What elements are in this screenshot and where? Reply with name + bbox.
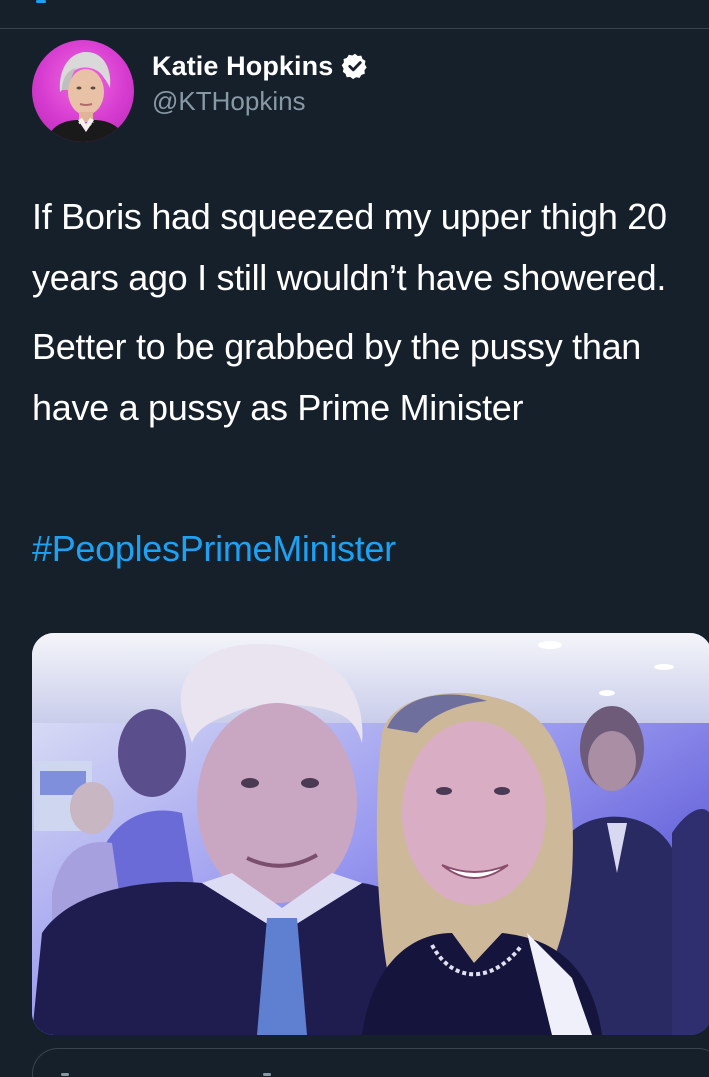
reply-placeholder-mark	[263, 1073, 271, 1076]
verified-badge-icon	[341, 52, 369, 80]
tweet-paragraph: If Boris had squeezed my upper thigh 20 …	[32, 196, 667, 298]
thread-line-icon	[36, 0, 46, 3]
reply-placeholder-mark	[61, 1073, 69, 1076]
tweet-screen: Katie Hopkins @KTHopkins If Boris had sq…	[0, 0, 709, 1077]
tweet-body: If Boris had squeezed my upper thigh 20 …	[32, 186, 702, 438]
handle[interactable]: @KTHopkins	[152, 86, 369, 117]
author-info: Katie Hopkins @KTHopkins	[152, 50, 369, 117]
avatar[interactable]	[32, 40, 134, 142]
tweet-photo[interactable]	[32, 633, 709, 1035]
tweet-header: Katie Hopkins @KTHopkins	[32, 36, 672, 142]
display-name[interactable]: Katie Hopkins	[152, 51, 333, 82]
display-name-row[interactable]: Katie Hopkins	[152, 50, 369, 82]
hashtag-link[interactable]: #PeoplesPrimeMinister	[32, 528, 396, 570]
reply-input[interactable]	[32, 1048, 709, 1077]
previous-tweet-edge	[0, 0, 709, 29]
tweet-paragraph: Better to be grabbed by the pussy than h…	[32, 326, 642, 428]
